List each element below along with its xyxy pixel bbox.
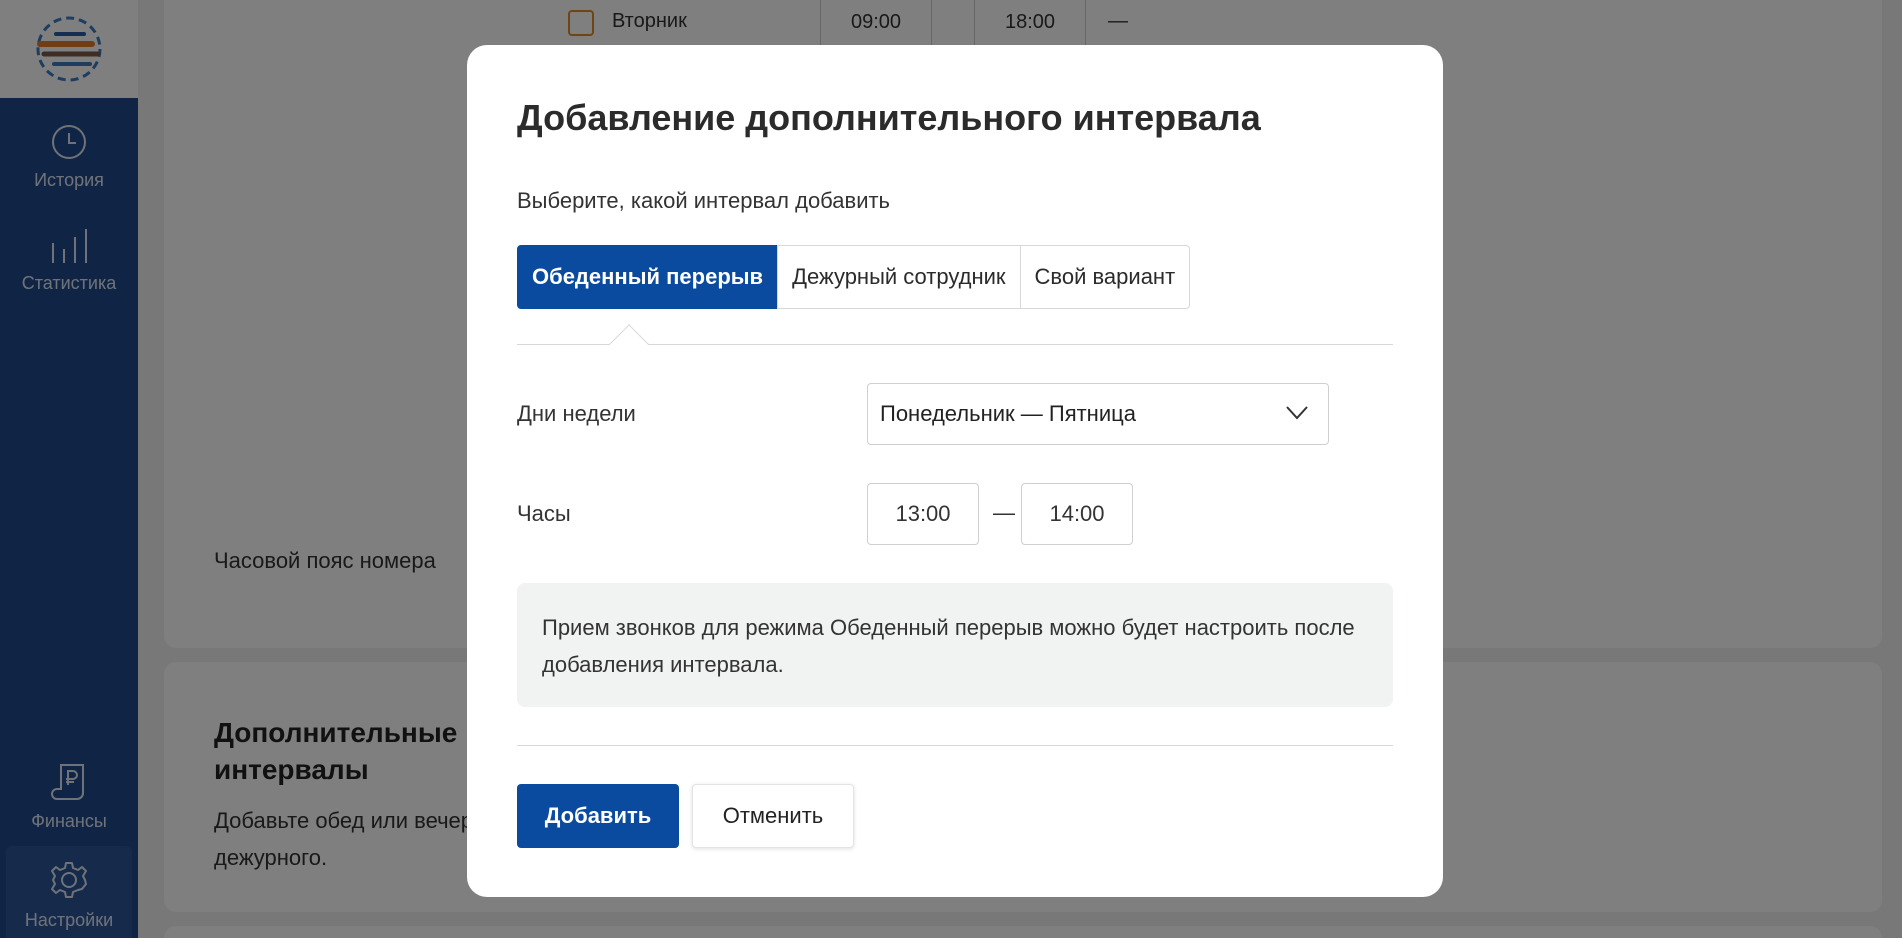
info-notice: Прием звонков для режима Обеденный перер… bbox=[517, 583, 1393, 707]
add-button[interactable]: Добавить bbox=[517, 784, 679, 848]
footer-divider bbox=[517, 745, 1393, 746]
dialog-title: Добавление дополнительного интервала bbox=[517, 97, 1261, 138]
tab-duty-employee[interactable]: Дежурный сотрудник bbox=[777, 245, 1021, 309]
hours-to-input[interactable]: 14:00 bbox=[1021, 483, 1133, 545]
cancel-button[interactable]: Отменить bbox=[692, 784, 854, 848]
tab-lunch-break[interactable]: Обеденный перерыв bbox=[517, 245, 779, 309]
hours-from-input[interactable]: 13:00 bbox=[867, 483, 979, 545]
dialog-subtitle: Выберите, какой интервал добавить bbox=[517, 188, 891, 213]
add-interval-dialog: Добавление дополнительного интервала Выб… bbox=[467, 45, 1443, 897]
days-select-value: Понедельник — Пятница bbox=[880, 401, 1136, 426]
tab-custom[interactable]: Свой вариант bbox=[1019, 245, 1191, 309]
tab-indicator bbox=[609, 324, 649, 364]
interval-type-tabs: Обеденный перерыв Дежурный сотрудник Сво… bbox=[517, 245, 1191, 309]
hours-label: Часы bbox=[517, 501, 571, 526]
days-label: Дни недели bbox=[517, 401, 636, 426]
chevron-down-icon bbox=[1286, 406, 1308, 420]
days-select[interactable]: Понедельник — Пятница bbox=[867, 383, 1329, 445]
hours-dash: — bbox=[993, 500, 1015, 525]
